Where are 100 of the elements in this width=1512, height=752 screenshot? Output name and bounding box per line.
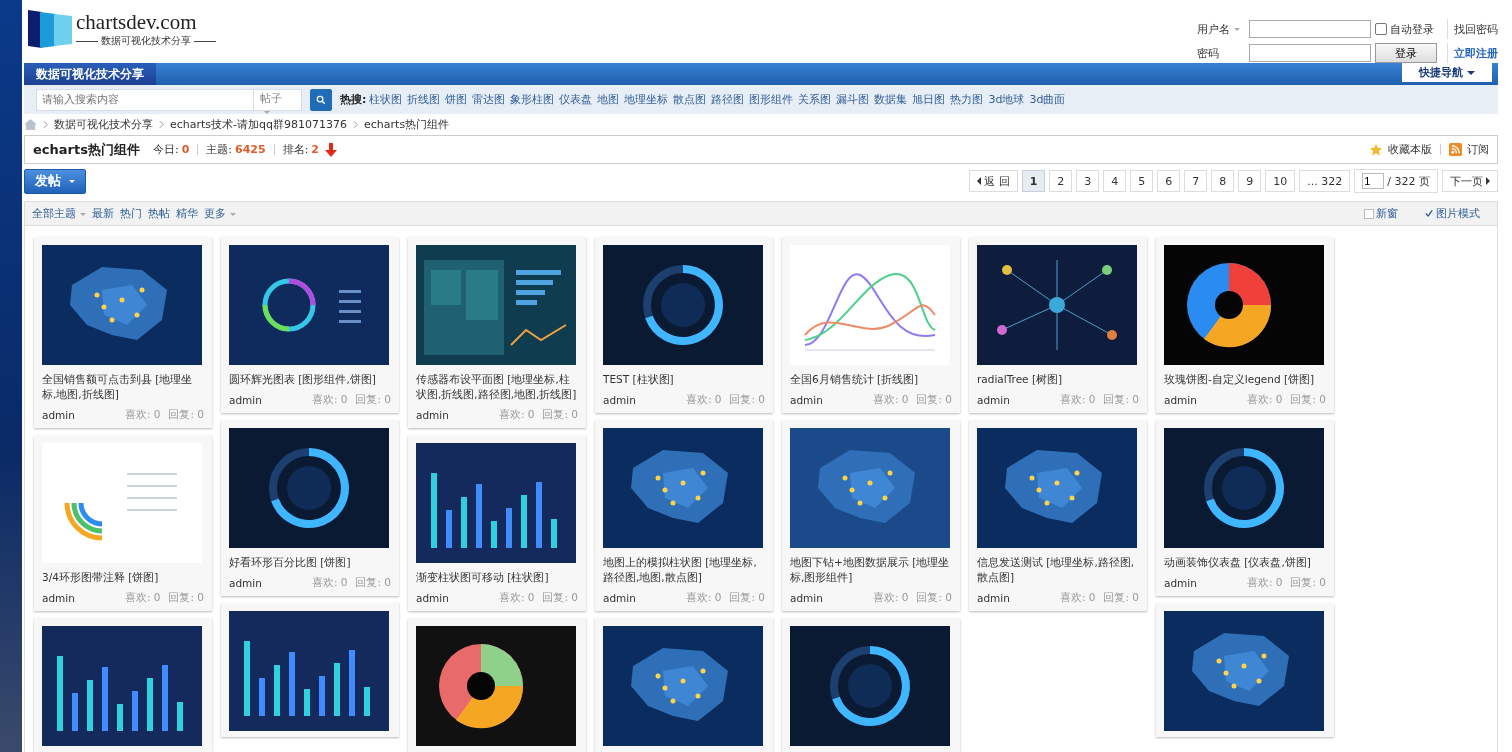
post-card[interactable]: 全国6月销售统计 [折线图] admin 喜欢: 0 回复: 0: [782, 237, 960, 413]
post-title[interactable]: 渐变柱状图可移动 [柱状图]: [416, 570, 578, 585]
last-page-button[interactable]: ... 322: [1299, 170, 1351, 193]
hot-search-link[interactable]: 关系图: [798, 92, 832, 108]
hot-search-link[interactable]: 热力图: [950, 92, 984, 108]
filter-link[interactable]: 热帖: [148, 206, 170, 222]
post-card[interactable]: 渐变柱状图可移动 [柱状图] admin 喜欢: 0 回复: 0: [408, 435, 586, 611]
hot-search-link[interactable]: 旭日图: [912, 92, 946, 108]
post-card[interactable]: 圆环辉光图表 [图形组件,饼图] admin 喜欢: 0 回复: 0: [221, 237, 399, 413]
favorite-link[interactable]: 收藏本版: [1388, 142, 1432, 158]
post-title[interactable]: radialTree [树图]: [977, 372, 1139, 387]
post-author[interactable]: admin: [603, 394, 636, 406]
post-author[interactable]: admin: [1164, 577, 1197, 589]
post-author[interactable]: admin: [977, 394, 1010, 406]
page-button[interactable]: 2: [1049, 170, 1073, 193]
post-card[interactable]: 3/4环形图带注释 [饼图] admin 喜欢: 0 回复: 0: [34, 435, 212, 611]
post-card[interactable]: 地图下钻+地图数据展示 [地理坐标,图形组件] admin 喜欢: 0 回复: 0: [782, 420, 960, 611]
post-title[interactable]: 信息发送测试 [地理坐标,路径图,散点图]: [977, 555, 1139, 585]
post-card[interactable]: [34, 618, 212, 752]
post-author[interactable]: admin: [977, 592, 1010, 604]
post-card[interactable]: radialTree [树图] admin 喜欢: 0 回复: 0: [969, 237, 1147, 413]
post-title[interactable]: 圆环辉光图表 [图形组件,饼图]: [229, 372, 391, 387]
site-name[interactable]: chartsdev.com: [76, 10, 216, 34]
post-card[interactable]: [782, 618, 960, 752]
hot-search-link[interactable]: 图形组件: [749, 92, 794, 108]
breadcrumb-link[interactable]: echarts热门组件: [364, 116, 450, 132]
post-title[interactable]: 好看环形百分比图 [饼图]: [229, 555, 391, 570]
post-card[interactable]: [408, 618, 586, 752]
post-author[interactable]: admin: [790, 394, 823, 406]
post-title[interactable]: 地图下钻+地图数据展示 [地理坐标,图形组件]: [790, 555, 952, 585]
page-button[interactable]: 1: [1021, 170, 1046, 193]
hot-search-link[interactable]: 折线图: [407, 92, 441, 108]
more-dropdown[interactable]: 更多: [204, 206, 236, 222]
post-card[interactable]: 全国销售额可点击到县 [地理坐标,地图,折线图] admin 喜欢: 0 回复: 0: [34, 237, 212, 428]
post-title[interactable]: 3/4环形图带注释 [饼图]: [42, 570, 204, 585]
register-link[interactable]: 立即注册: [1454, 45, 1498, 61]
post-card[interactable]: 玫瑰饼图-自定义legend [饼图] admin 喜欢: 0 回复: 0: [1156, 237, 1334, 413]
post-author[interactable]: admin: [1164, 394, 1197, 406]
page-button[interactable]: 5: [1130, 170, 1154, 193]
password-field[interactable]: [1249, 44, 1371, 62]
subscribe-link[interactable]: 订阅: [1467, 142, 1489, 158]
post-author[interactable]: admin: [416, 409, 449, 421]
post-card[interactable]: 信息发送测试 [地理坐标,路径图,散点图] admin 喜欢: 0 回复: 0: [969, 420, 1147, 611]
post-title[interactable]: 玫瑰饼图-自定义legend [饼图]: [1164, 372, 1326, 387]
hot-search-link[interactable]: 雷达图: [472, 92, 506, 108]
post-title[interactable]: 全国销售额可点击到县 [地理坐标,地图,折线图]: [42, 372, 204, 402]
post-author[interactable]: admin: [416, 592, 449, 604]
page-button[interactable]: 8: [1211, 170, 1235, 193]
hot-search-link[interactable]: 仪表盘: [559, 92, 593, 108]
post-card[interactable]: 动画装饰仪表盘 [仪表盘,饼图] admin 喜欢: 0 回复: 0: [1156, 420, 1334, 596]
post-author[interactable]: admin: [229, 577, 262, 589]
hot-search-link[interactable]: 饼图: [445, 92, 468, 108]
page-number-field[interactable]: 1: [1362, 173, 1385, 190]
post-card[interactable]: 好看环形百分比图 [饼图] admin 喜欢: 0 回复: 0: [221, 420, 399, 596]
page-button[interactable]: 7: [1184, 170, 1208, 193]
post-title[interactable]: TEST [柱状图]: [603, 372, 765, 387]
post-author[interactable]: admin: [603, 592, 636, 604]
page-button[interactable]: 4: [1103, 170, 1127, 193]
hot-search-link[interactable]: 柱状图: [369, 92, 403, 108]
forgot-password-link[interactable]: 找回密码: [1454, 21, 1498, 37]
post-author[interactable]: admin: [42, 592, 75, 604]
post-card[interactable]: [595, 618, 773, 752]
hot-search-link[interactable]: 数据集: [874, 92, 908, 108]
hot-search-link[interactable]: 路径图: [711, 92, 745, 108]
breadcrumb-link[interactable]: 数据可视化技术分享: [54, 116, 153, 132]
page-button[interactable]: 9: [1238, 170, 1262, 193]
page-button[interactable]: 6: [1157, 170, 1181, 193]
post-title[interactable]: 动画装饰仪表盘 [仪表盘,饼图]: [1164, 555, 1326, 570]
filter-dropdown[interactable]: 全部主题: [32, 206, 86, 222]
new-post-button[interactable]: 发帖: [24, 168, 86, 194]
hot-search-link[interactable]: 地理坐标: [624, 92, 669, 108]
post-card[interactable]: [1156, 603, 1334, 737]
post-title[interactable]: 传感器布设平面图 [地理坐标,柱状图,折线图,路径图,地图,折线图]: [416, 372, 578, 402]
hot-search-link[interactable]: 散点图: [673, 92, 707, 108]
filter-link[interactable]: 热门: [120, 206, 142, 222]
post-title[interactable]: 全国6月销售统计 [折线图]: [790, 372, 952, 387]
back-button[interactable]: 返 回: [969, 170, 1018, 193]
option-checkbox[interactable]: 新窗: [1364, 206, 1398, 222]
username-label[interactable]: 用户名: [1197, 21, 1249, 37]
quick-nav-button[interactable]: 快捷导航: [1402, 63, 1492, 82]
nav-tab[interactable]: 数据可视化技术分享: [24, 63, 156, 85]
search-button[interactable]: [310, 88, 332, 111]
post-card[interactable]: TEST [柱状图] admin 喜欢: 0 回复: 0: [595, 237, 773, 413]
post-card[interactable]: [221, 603, 399, 737]
hot-search-link[interactable]: 象形柱图: [510, 92, 555, 108]
page-button[interactable]: 3: [1076, 170, 1100, 193]
post-title[interactable]: 地图上的模拟柱状图 [地理坐标,路径图,地图,散点图]: [603, 555, 765, 585]
post-card[interactable]: 地图上的模拟柱状图 [地理坐标,路径图,地图,散点图] admin 喜欢: 0 回复: 0: [595, 420, 773, 611]
option-checkbox[interactable]: 图片模式: [1424, 206, 1480, 222]
next-page-button[interactable]: 下一页: [1442, 170, 1498, 193]
filter-link[interactable]: 精华: [176, 206, 198, 222]
post-author[interactable]: admin: [42, 409, 75, 421]
hot-search-link[interactable]: 地图: [597, 92, 620, 108]
post-author[interactable]: admin: [229, 394, 262, 406]
username-field[interactable]: [1249, 20, 1371, 38]
hot-search-link[interactable]: 3d地球: [988, 92, 1025, 108]
post-card[interactable]: 传感器布设平面图 [地理坐标,柱状图,折线图,路径图,地图,折线图] admin 喜欢: 0 回复: 0: [408, 237, 586, 428]
login-button[interactable]: 登录: [1375, 43, 1437, 63]
post-author[interactable]: admin: [790, 592, 823, 604]
page-button[interactable]: 10: [1265, 170, 1296, 193]
